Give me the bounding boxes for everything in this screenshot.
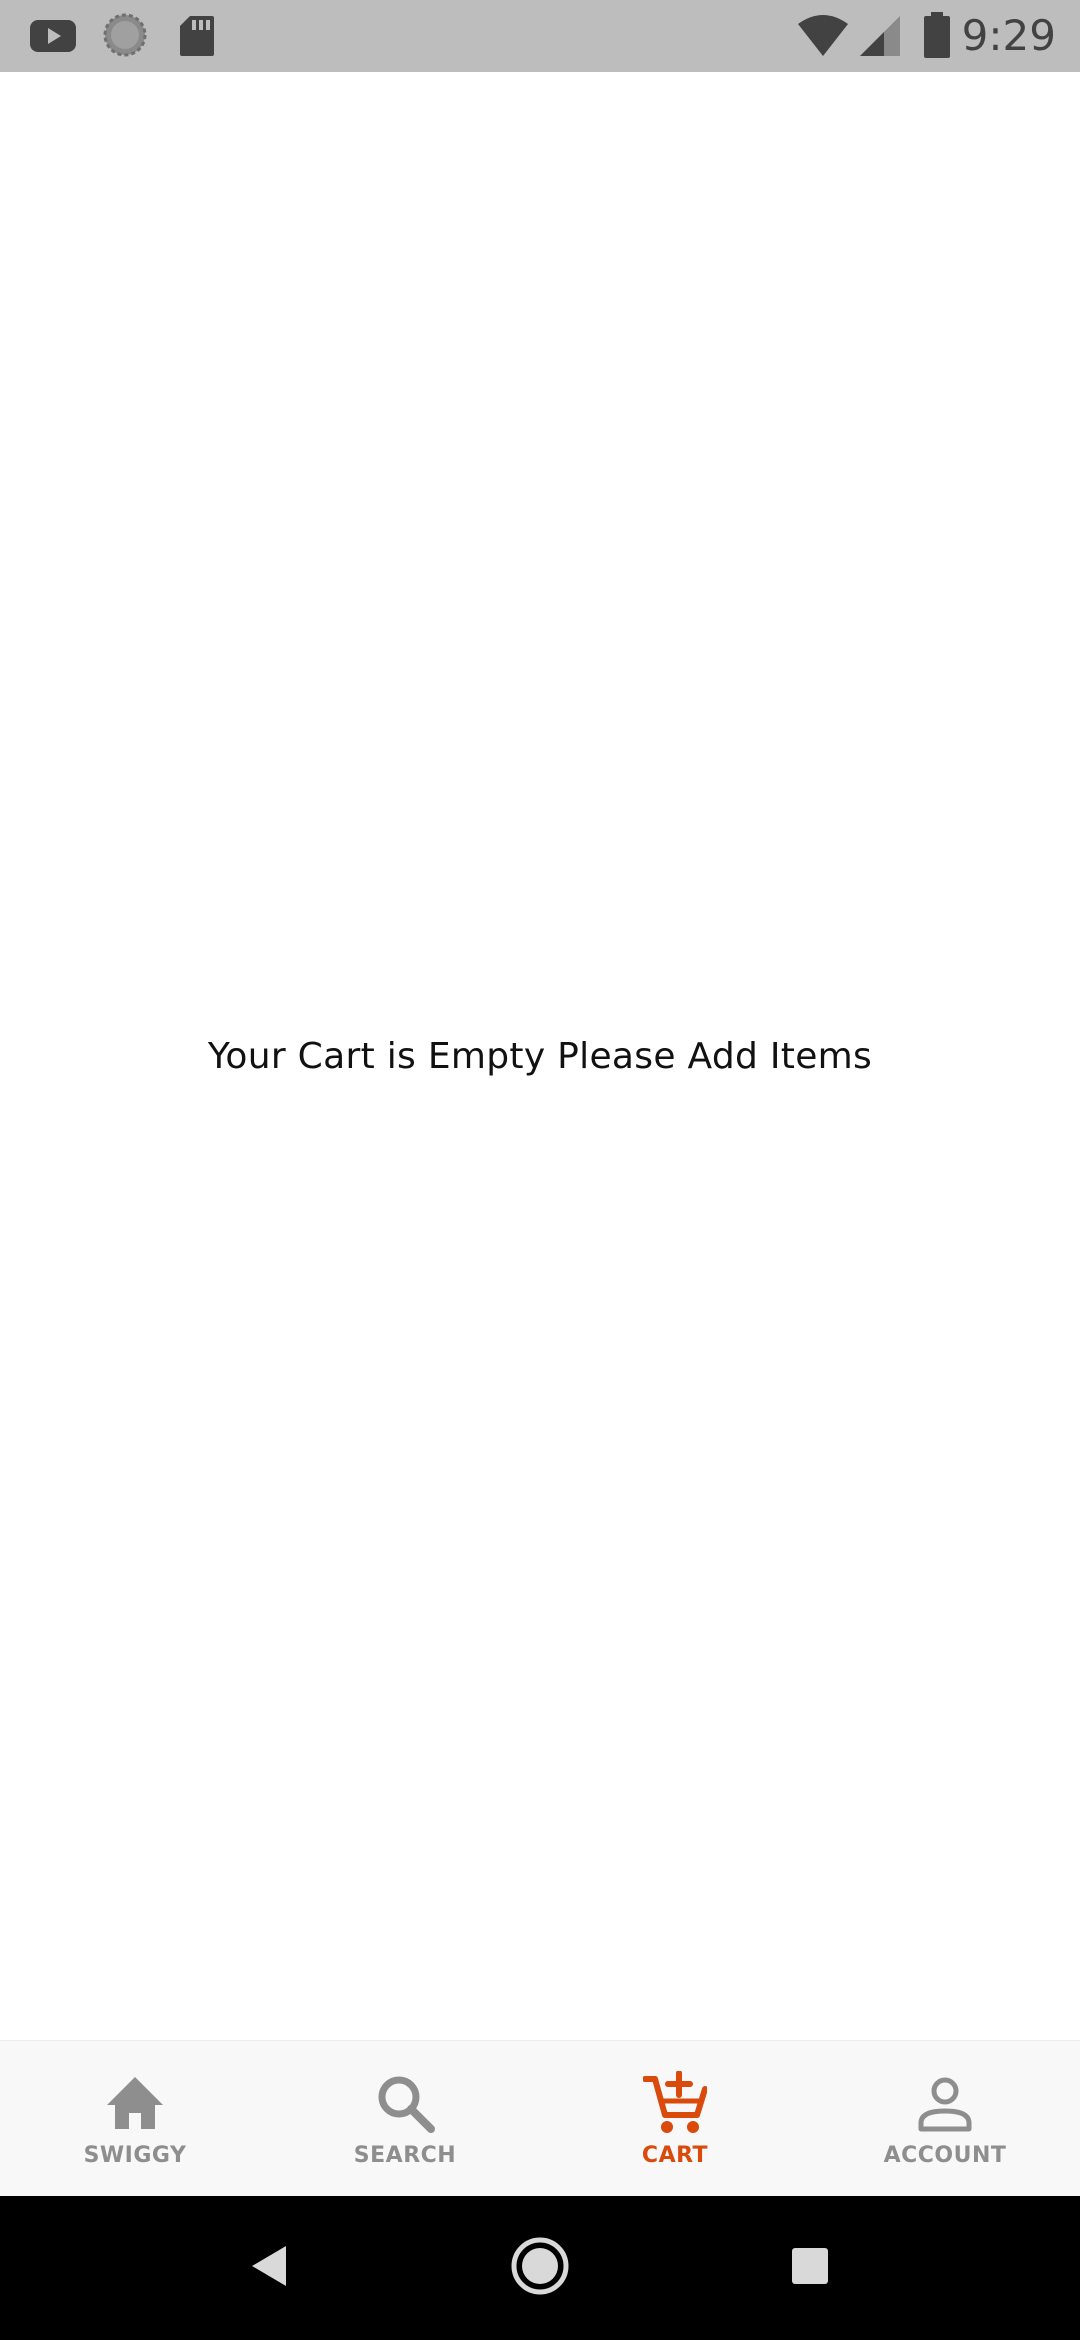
cell-signal-icon xyxy=(858,14,902,62)
search-icon xyxy=(373,2071,437,2135)
nav-label-account: ACCOUNT xyxy=(883,2143,1007,2168)
cart-content: Your Cart is Empty Please Add Items xyxy=(0,72,1080,2040)
nav-label-swiggy: SWIGGY xyxy=(83,2143,187,2168)
nav-label-cart: CART xyxy=(641,2143,709,2168)
status-time: 9:29 xyxy=(961,11,1056,60)
wifi-icon xyxy=(796,14,850,62)
back-icon xyxy=(248,2242,292,2294)
sd-card-icon xyxy=(178,14,216,62)
recents-button[interactable] xyxy=(774,2232,846,2304)
cart-add-icon xyxy=(643,2071,707,2135)
recents-icon xyxy=(788,2244,832,2292)
battery-icon xyxy=(922,12,952,64)
app-screen: 9:29 Your Cart is Empty Please Add Items… xyxy=(0,0,1080,2340)
nav-label-search: SEARCH xyxy=(353,2143,457,2168)
nav-item-search[interactable]: SEARCH xyxy=(270,2041,540,2197)
account-icon xyxy=(913,2071,977,2135)
home-icon xyxy=(103,2071,167,2135)
loading-icon xyxy=(102,12,148,62)
youtube-icon xyxy=(28,16,78,60)
home-button[interactable] xyxy=(504,2232,576,2304)
system-nav-bar xyxy=(0,2196,1080,2340)
nav-item-cart[interactable]: CART xyxy=(540,2041,810,2197)
nav-item-swiggy[interactable]: SWIGGY xyxy=(0,2041,270,2197)
home-circle-icon xyxy=(510,2236,570,2300)
bottom-nav: SWIGGY SEARCH CART ACCOUNT xyxy=(0,2040,1080,2197)
nav-item-account[interactable]: ACCOUNT xyxy=(810,2041,1080,2197)
status-bar: 9:29 xyxy=(0,0,1080,72)
empty-cart-message: Your Cart is Empty Please Add Items xyxy=(207,1036,873,1077)
back-button[interactable] xyxy=(234,2232,306,2304)
